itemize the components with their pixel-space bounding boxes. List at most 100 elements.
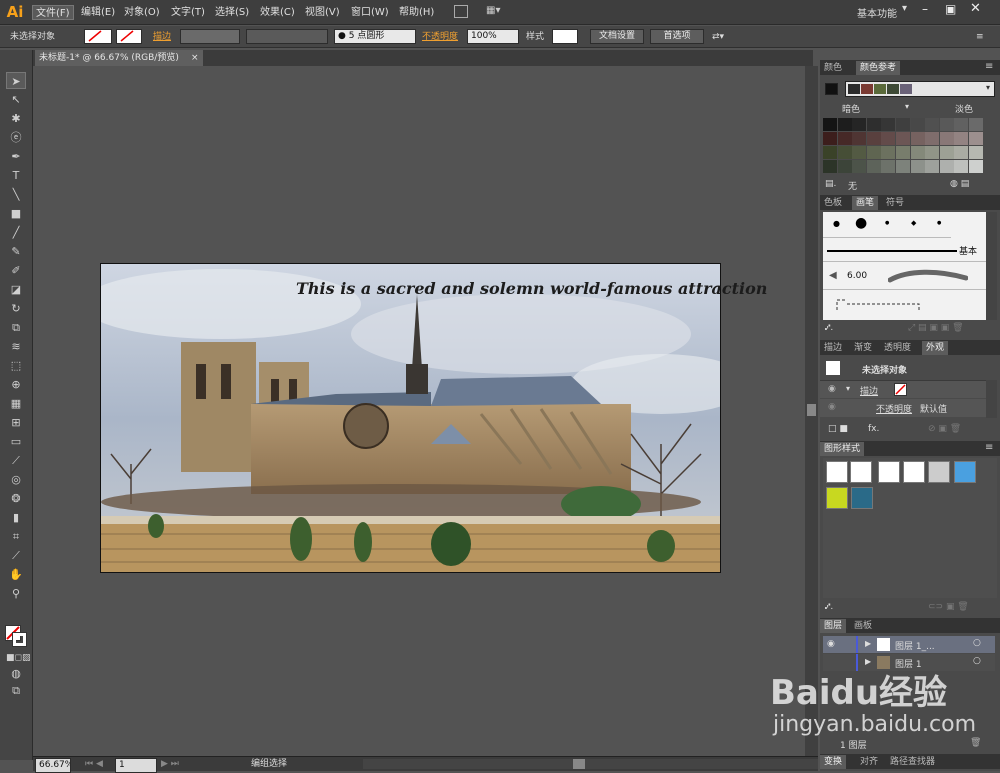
brush-library-icon[interactable]: ⑇. [825, 323, 833, 333]
draw-mode-icon[interactable]: ◍ [6, 665, 26, 682]
stroke-label[interactable]: 描边 [153, 30, 171, 44]
graphic-style-library-icon[interactable]: ⑇. [825, 602, 833, 612]
tab-align[interactable]: 对齐 [856, 755, 882, 769]
column-graph-icon[interactable]: ▮ [6, 509, 26, 526]
mesh-tool-icon[interactable]: ⊞ [6, 414, 26, 431]
graphic-style-8[interactable] [851, 487, 873, 509]
workspace-chevron-icon[interactable]: ▾ [902, 3, 907, 14]
color-guide-cell[interactable] [910, 160, 925, 173]
stroke-none-icon[interactable] [894, 383, 907, 396]
stroke-indicator-icon[interactable] [12, 632, 27, 647]
tab-appearance[interactable]: 外观 [922, 341, 949, 355]
direct-selection-tool-icon[interactable]: ↖ [6, 91, 26, 108]
scale-tool-icon[interactable]: ⧉ [6, 319, 26, 336]
magic-wand-icon[interactable]: ✱ [6, 110, 26, 127]
stroke-weight-field[interactable] [180, 29, 240, 44]
layer-expand-icon[interactable]: ▶ [865, 639, 871, 648]
eyedropper-icon[interactable]: ⟋ [6, 452, 26, 469]
tab-swatches[interactable]: 色板 [820, 196, 846, 210]
gradient-tool-icon[interactable]: ▭ [6, 433, 26, 450]
style-swatch[interactable] [552, 29, 578, 44]
harmony-swatch-4[interactable] [887, 84, 899, 94]
tab-brushes[interactable]: 画笔 [852, 196, 879, 210]
graphic-styles-grid[interactable] [823, 458, 997, 598]
artboard-nav-prev-icon[interactable]: ⏮ ◀ [85, 757, 103, 771]
bridge-icon[interactable] [454, 5, 468, 18]
color-guide-cell[interactable] [969, 118, 983, 131]
zoom-tool-icon[interactable]: ⚲ [6, 585, 26, 602]
edit-colors-icon[interactable]: ◍ ▤ [950, 179, 969, 189]
pen-tool-icon[interactable]: ✒ [6, 148, 26, 165]
color-guide-cell[interactable] [939, 132, 954, 145]
graphic-style-5[interactable] [928, 461, 950, 483]
harmony-dropdown-icon[interactable]: ▾ [986, 83, 990, 92]
basic-brush-row[interactable]: 基本 [823, 240, 986, 262]
appearance-opacity-label[interactable]: 不透明度 [876, 402, 912, 415]
color-guide-cell[interactable] [939, 118, 954, 131]
menu-object[interactable]: 对象(O) [121, 5, 163, 20]
color-guide-cell[interactable] [925, 146, 940, 159]
color-guide-cell[interactable] [823, 146, 837, 159]
color-guide-cell[interactable] [866, 160, 881, 173]
tab-color[interactable]: 颜色 [820, 61, 846, 75]
opacity-input[interactable]: 100% [467, 29, 519, 44]
color-guide-cell[interactable] [881, 160, 896, 173]
hand-tool-icon[interactable]: ✋ [6, 566, 26, 583]
appearance-scrollbar[interactable] [986, 380, 997, 418]
transform-options-icon[interactable]: ⇄▾ [712, 30, 724, 44]
color-guide-cell[interactable] [925, 160, 940, 173]
menu-type[interactable]: 文字(T) [168, 5, 208, 20]
paintbrush-icon[interactable]: ╱ [6, 224, 26, 241]
color-guide-cell[interactable] [852, 146, 867, 159]
layer-target-icon[interactable]: ○ [973, 656, 981, 666]
variation-dropdown-icon[interactable]: ▾ [905, 102, 909, 111]
color-guide-cell[interactable] [910, 146, 925, 159]
perspective-grid-icon[interactable]: ▦ [6, 395, 26, 412]
color-guide-cell[interactable] [969, 132, 983, 145]
expand-triangle-icon[interactable]: ▾ [846, 384, 850, 393]
menu-file[interactable]: 文件(F) [32, 5, 74, 20]
artboard-nav-next-icon[interactable]: ▶ ⏭ [161, 757, 179, 771]
color-guide-cell[interactable] [852, 118, 867, 131]
color-guide-cell[interactable] [852, 132, 867, 145]
add-stroke-icon[interactable]: □ ■ [828, 424, 848, 434]
color-guide-cell[interactable] [939, 146, 954, 159]
color-guide-cell[interactable] [896, 146, 910, 159]
calligraphic-brushes-row[interactable]: ● ● ● ◆ ● [823, 212, 951, 238]
color-panel-menu-icon[interactable]: ≡ [985, 61, 993, 72]
graphic-style-3[interactable] [878, 461, 900, 483]
menu-effect[interactable]: 效果(C) [257, 5, 298, 20]
appearance-opacity-row[interactable]: ◉ 不透明度 默认值 [820, 399, 986, 417]
panel-menu-icon[interactable]: ≡ [976, 30, 984, 44]
harmony-swatch-2[interactable] [861, 84, 873, 94]
color-guide-cell[interactable] [910, 118, 925, 131]
tab-layers[interactable]: 图层 [820, 619, 847, 633]
tab-symbols[interactable]: 符号 [882, 196, 908, 210]
selection-tool-icon[interactable]: ➤ [6, 72, 26, 89]
color-guide-cell[interactable] [881, 146, 896, 159]
color-guide-cell[interactable] [866, 132, 881, 145]
tab-transform[interactable]: 变换 [820, 755, 847, 769]
brush-list[interactable]: ● ● ● ◆ ● 基本 ◀ 6.00 [823, 212, 986, 320]
document-setup-button[interactable]: 文档设置 [590, 29, 644, 44]
graphic-style-4[interactable] [903, 461, 925, 483]
color-guide-cell[interactable] [823, 132, 837, 145]
swatch-library-icon[interactable]: ▤. [825, 179, 836, 189]
vertical-scrollbar[interactable] [805, 66, 818, 756]
warp-tool-icon[interactable]: ≋ [6, 338, 26, 355]
preferences-button[interactable]: 首选项 [650, 29, 704, 44]
color-guide-cell[interactable] [954, 146, 969, 159]
rotate-tool-icon[interactable]: ↻ [6, 300, 26, 317]
stroke-swatch[interactable] [116, 29, 142, 44]
horizontal-scrollbar[interactable] [363, 759, 818, 769]
pattern-brush-row[interactable] [823, 292, 986, 318]
delete-layer-icon[interactable]: 🗑 [970, 738, 981, 748]
color-guide-cell[interactable] [925, 118, 940, 131]
color-guide-cell[interactable] [896, 132, 910, 145]
line-tool-icon[interactable]: ╲ [6, 186, 26, 203]
close-tab-icon[interactable]: × [191, 50, 199, 66]
variable-width-profile[interactable] [246, 29, 328, 44]
tab-pathfinder[interactable]: 路径查找器 [886, 755, 939, 769]
graphic-style-2[interactable] [850, 461, 872, 483]
color-guide-cell[interactable] [823, 118, 837, 131]
